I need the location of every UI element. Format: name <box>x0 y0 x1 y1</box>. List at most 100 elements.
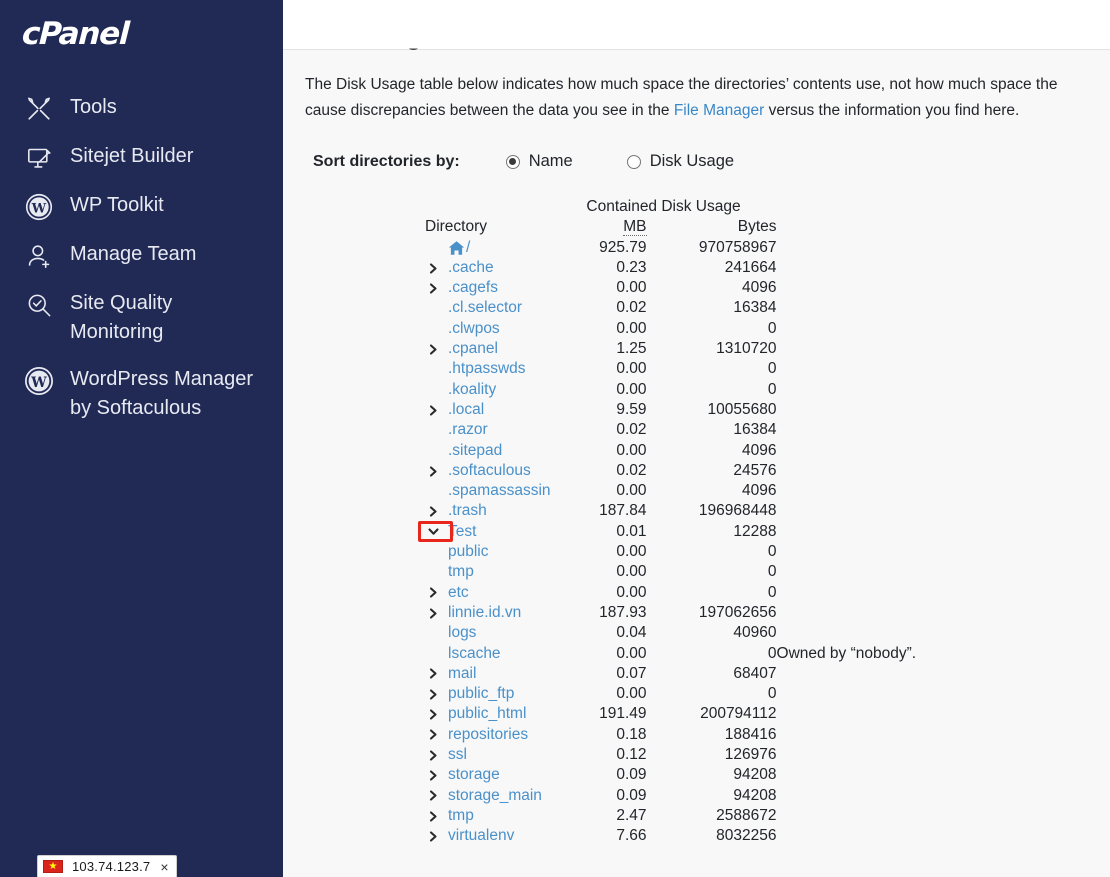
cell-directory: linnie.id.vn <box>425 603 551 623</box>
sort-radio-name[interactable]: Name <box>505 152 573 171</box>
cell-mb: 2.47 <box>616 806 647 824</box>
cpanel-logo[interactable]: cPanel <box>0 0 283 72</box>
directory-link[interactable]: repositories <box>448 725 528 745</box>
directory-link[interactable]: .cagefs <box>448 278 498 298</box>
cell-note <box>777 319 917 339</box>
directory-link[interactable]: ssl <box>448 745 467 765</box>
directory-link[interactable]: storage_main <box>448 786 542 806</box>
chevron-right-icon[interactable] <box>425 505 442 518</box>
directory-link[interactable]: public <box>448 542 489 562</box>
chevron-right-icon[interactable] <box>425 607 442 620</box>
chevron-right-icon[interactable] <box>425 262 442 275</box>
cell-note <box>777 522 917 542</box>
directory-link[interactable]: .clwpos <box>448 319 500 339</box>
directory-link[interactable]: .cache <box>448 258 494 278</box>
directory-link[interactable]: public_html <box>448 704 526 724</box>
directory-link[interactable]: public_ftp <box>448 684 514 704</box>
cell-bytes: 12288 <box>733 522 777 540</box>
chevron-right-icon[interactable] <box>425 667 442 680</box>
directory-link[interactable]: mail <box>448 664 476 684</box>
home-icon[interactable] <box>448 240 465 256</box>
directory-link[interactable]: .local <box>448 400 484 420</box>
chevron-right-icon[interactable] <box>425 789 442 802</box>
sidebar-item-site-quality-monitoring[interactable]: Site Quality Monitoring <box>0 280 283 356</box>
chevron-down-icon[interactable] <box>425 526 442 537</box>
chevron-right-icon[interactable] <box>425 586 442 599</box>
directory-link[interactable]: .cpanel <box>448 339 498 359</box>
chevron-right-icon[interactable] <box>425 728 442 741</box>
sidebar-item-wordpress-manager[interactable]: W WordPress Manager by Softaculous <box>0 356 283 432</box>
close-icon[interactable]: × <box>159 860 169 874</box>
intro-paragraph: The Disk Usage table below indicates how… <box>305 72 1088 124</box>
sort-controls: Sort directories by: Name Disk Usage <box>313 152 1088 171</box>
cell-mb: 0.00 <box>616 279 647 297</box>
sidebar-item-wp-toolkit[interactable]: W WP Toolkit <box>0 182 283 231</box>
directory-link[interactable]: tmp <box>448 806 474 826</box>
chevron-right-icon[interactable] <box>425 769 442 782</box>
cell-bytes: 4096 <box>742 279 777 297</box>
chevron-right-icon[interactable] <box>425 688 442 701</box>
table-row: .local 9.59 10055680 <box>425 400 916 420</box>
content-area: The Disk Usage table below indicates how… <box>283 50 1110 847</box>
sort-radio-disk-usage[interactable]: Disk Usage <box>626 152 734 171</box>
col-header-directory: Directory <box>425 218 488 236</box>
directory-link[interactable]: tmp <box>448 562 474 582</box>
table-row: mail 0.07 68407 <box>425 664 916 684</box>
directory-link[interactable]: linnie.id.vn <box>448 603 521 623</box>
directory-link[interactable]: virtualenv <box>448 826 514 846</box>
cell-mb: 925.79 <box>599 238 647 256</box>
sidebar-item-sitejet-builder[interactable]: Sitejet Builder <box>0 133 283 182</box>
directory-link[interactable]: .razor <box>448 420 488 440</box>
directory-link[interactable]: logs <box>448 623 476 643</box>
mb-abbr[interactable]: MB <box>623 218 647 237</box>
file-manager-link[interactable]: File Manager <box>674 102 764 119</box>
cell-mb: 0.23 <box>616 258 647 276</box>
cell-mb: 0.00 <box>616 583 647 601</box>
chevron-right-icon[interactable] <box>425 749 442 762</box>
cell-note <box>777 481 917 501</box>
cell-bytes: 197062656 <box>698 603 777 621</box>
chevron-right-icon[interactable] <box>425 708 442 721</box>
cell-directory: virtualenv <box>425 826 551 846</box>
flag-star: ★ <box>48 860 58 872</box>
cell-note <box>777 501 917 521</box>
radio-indicator[interactable] <box>505 154 520 169</box>
sidebar-item-tools[interactable]: Tools <box>0 84 283 133</box>
directory-link[interactable]: .trash <box>448 501 487 521</box>
cell-mb: 0.02 <box>616 461 647 479</box>
directory-link[interactable]: lscache <box>448 644 501 664</box>
cell-bytes: 16384 <box>733 421 777 439</box>
table-row: Test 0.01 12288 <box>425 522 916 542</box>
directory-link[interactable]: .softaculous <box>448 461 531 481</box>
cell-mb: 0.12 <box>616 746 647 764</box>
table-row: .sitepad 0.00 4096 <box>425 441 916 461</box>
cell-note <box>777 765 917 785</box>
cell-directory: Test <box>425 522 551 542</box>
chevron-right-icon[interactable] <box>425 282 442 295</box>
chevron-right-icon[interactable] <box>425 343 442 356</box>
chevron-right-icon[interactable] <box>425 404 442 417</box>
chevron-right-icon[interactable] <box>425 465 442 478</box>
directory-link[interactable]: .sitepad <box>448 441 502 461</box>
cell-bytes: 970758967 <box>698 238 777 256</box>
cell-bytes: 4096 <box>742 482 777 500</box>
disk-usage-table-wrap: Contained Disk Usage Directory MB Bytes … <box>418 197 1088 847</box>
directory-link[interactable]: storage <box>448 765 500 785</box>
cell-bytes: 241664 <box>724 258 777 276</box>
chevron-right-icon[interactable] <box>425 830 442 843</box>
directory-link[interactable]: .koality <box>448 380 496 400</box>
chevron-right-icon[interactable] <box>425 810 442 823</box>
cell-mb: 0.01 <box>616 522 647 540</box>
directory-link[interactable]: .htpasswds <box>448 359 526 379</box>
cell-mb: 0.00 <box>616 380 647 398</box>
directory-link[interactable]: .spamassassin <box>448 481 551 501</box>
directory-link[interactable]: Test <box>448 522 476 542</box>
cell-bytes: 0 <box>767 563 777 581</box>
directory-link[interactable]: / <box>466 238 470 258</box>
radio-indicator[interactable] <box>626 154 641 169</box>
ip-notification-chip[interactable]: ★ 103.74.123.7 × <box>37 855 177 877</box>
directory-link[interactable]: etc <box>448 583 469 603</box>
cell-bytes: 196968448 <box>698 502 777 520</box>
sidebar-item-manage-team[interactable]: Manage Team <box>0 231 283 280</box>
directory-link[interactable]: .cl.selector <box>448 298 522 318</box>
